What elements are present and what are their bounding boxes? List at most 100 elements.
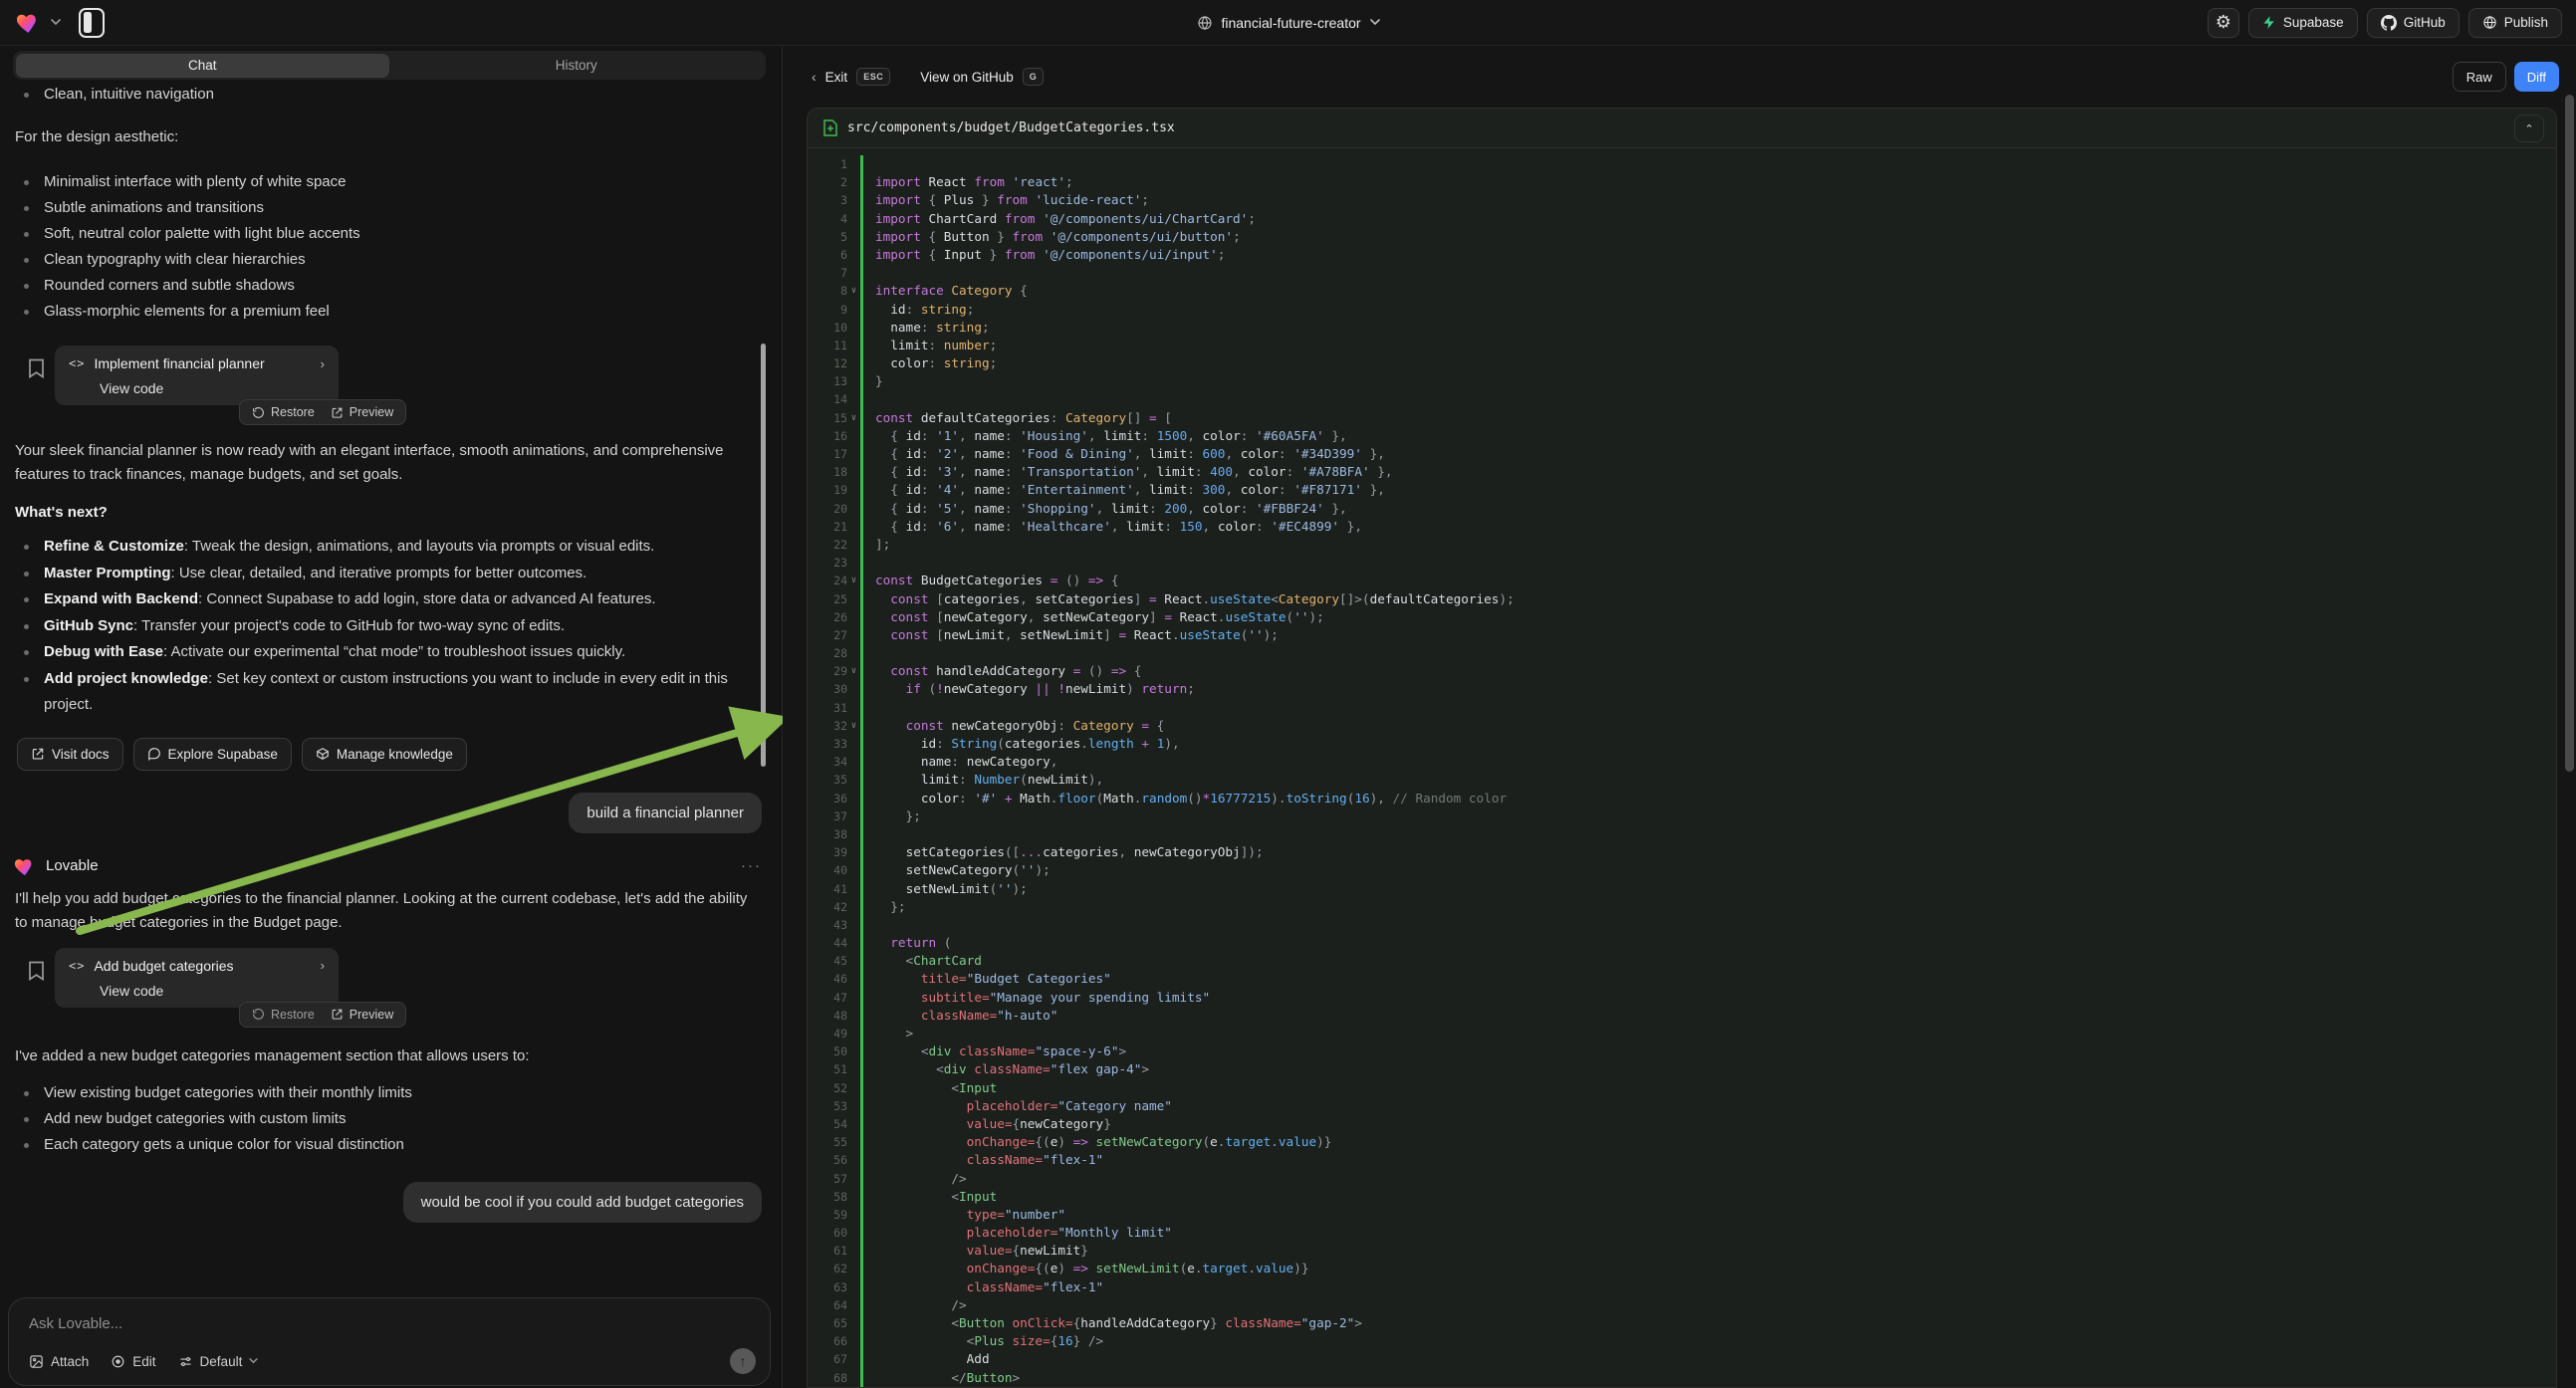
explore-supabase-button[interactable]: Explore Supabase — [133, 738, 292, 771]
code-line: 65 <Button onClick={handleAddCategory} c… — [808, 1314, 2556, 1332]
code-line: 45 <ChartCard — [808, 952, 2556, 970]
manage-knowledge-button[interactable]: Manage knowledge — [302, 738, 467, 771]
bullet-item: Subtle animations and transitions — [15, 195, 762, 221]
view-code-link[interactable]: View code — [100, 983, 325, 999]
project-switcher[interactable]: financial-future-creator — [1196, 15, 1379, 31]
code-line: 61 value={newLimit} — [808, 1242, 2556, 1260]
code-line: 8∨interface Category { — [808, 282, 2556, 300]
supabase-button[interactable]: Supabase — [2248, 8, 2358, 38]
workspace-chevron-down-icon[interactable] — [51, 19, 61, 26]
github-icon — [2381, 15, 2397, 31]
code-line: 66 <Plus size={16} /> — [808, 1332, 2556, 1350]
publish-button[interactable]: Publish — [2468, 8, 2562, 38]
code-line: 17 { id: '2', name: 'Food & Dining', lim… — [808, 445, 2556, 463]
send-button[interactable]: ↑ — [730, 1348, 756, 1374]
package-icon — [316, 747, 330, 761]
restore-preview-toolbar: Restore Preview — [239, 399, 406, 425]
code-view-panel: ‹ Exit ESC View on GitHub G Raw Diff src… — [784, 46, 2576, 1388]
tab-chat[interactable]: Chat — [16, 54, 390, 78]
image-icon — [29, 1354, 44, 1369]
fold-chevron-icon[interactable]: ∨ — [847, 717, 860, 735]
code-line: 39 setCategories([...categories, newCate… — [808, 843, 2556, 861]
code-line: 58 <Input — [808, 1188, 2556, 1206]
version-card-wrapper: <> Implement financial planner › View co… — [55, 346, 782, 425]
restore-button[interactable]: Restore — [252, 405, 315, 419]
edit-button[interactable]: Edit — [111, 1354, 155, 1369]
chat-input[interactable]: Ask Lovable... — [29, 1315, 752, 1332]
preview-button[interactable]: Preview — [331, 405, 393, 419]
quick-action-row: Visit docs Explore Supabase Manage knowl… — [17, 738, 782, 771]
code-line: 68 </Button> — [808, 1369, 2556, 1387]
collapse-button[interactable]: ⌃ — [2514, 115, 2544, 142]
code-line: 9 id: string; — [808, 301, 2556, 319]
top-bar: financial-future-creator ⚙ Supabase GitH… — [0, 0, 2576, 46]
restore-preview-toolbar: Restore Preview — [239, 1002, 406, 1028]
exit-button[interactable]: ‹ Exit ESC — [812, 68, 890, 86]
code-editor[interactable]: 1 2import React from 'react';3import { P… — [808, 148, 2556, 1387]
bullet-item: Debug with Ease: Activate our experiment… — [15, 639, 762, 666]
code-line: 59 type="number" — [808, 1206, 2556, 1224]
visit-docs-button[interactable]: Visit docs — [17, 738, 123, 771]
raw-toggle-button[interactable]: Raw — [2453, 62, 2506, 92]
bullet-item: Each category gets a unique color for vi… — [15, 1132, 762, 1158]
code-line: 46 title="Budget Categories" — [808, 970, 2556, 988]
file-path: src/components/budget/BudgetCategories.t… — [847, 120, 1175, 135]
attach-button[interactable]: Attach — [29, 1354, 89, 1369]
bookmark-icon[interactable] — [28, 961, 45, 981]
view-code-link[interactable]: View code — [100, 380, 325, 396]
code-line: 19 { id: '4', name: 'Entertainment', lim… — [808, 481, 2556, 499]
bullet-item: Clean, intuitive navigation — [15, 82, 762, 108]
lovable-logo-icon[interactable] — [16, 11, 41, 34]
arrow-up-icon: ↑ — [740, 1353, 747, 1369]
message-menu-icon[interactable]: ··· — [741, 857, 762, 874]
bullet-item: Expand with Backend: Connect Supabase to… — [15, 586, 762, 613]
g-shortcut-badge: G — [1023, 68, 1045, 86]
code-line: 40 setNewCategory(''); — [808, 861, 2556, 879]
project-chevron-down-icon — [1370, 19, 1380, 26]
diff-toggle-button[interactable]: Diff — [2514, 62, 2559, 92]
code-line: 42 }; — [808, 898, 2556, 916]
version-card-wrapper: <> Add budget categories › View code Res… — [55, 948, 782, 1028]
tab-history[interactable]: History — [389, 54, 764, 78]
github-button[interactable]: GitHub — [2367, 8, 2459, 38]
settings-button[interactable]: ⚙ — [2208, 8, 2239, 38]
code-line: 36 color: '#' + Math.floor(Math.random()… — [808, 790, 2556, 808]
view-on-github-button[interactable]: View on GitHub G — [920, 68, 1044, 86]
fold-chevron-icon[interactable]: ∨ — [847, 282, 860, 300]
code-line: 55 onChange={(e) => setNewCategory(e.tar… — [808, 1133, 2556, 1151]
sliders-icon — [178, 1354, 193, 1369]
fold-chevron-icon[interactable]: ∨ — [847, 572, 860, 589]
fold-chevron-icon[interactable]: ∨ — [847, 662, 860, 680]
mode-select[interactable]: Default — [178, 1354, 259, 1369]
preview-button[interactable]: Preview — [331, 1008, 393, 1022]
chat-composer[interactable]: Ask Lovable... Attach Edit Default ↑ — [8, 1297, 771, 1386]
file-header[interactable]: src/components/budget/BudgetCategories.t… — [808, 109, 2556, 148]
code-card: src/components/budget/BudgetCategories.t… — [807, 108, 2557, 1388]
supabase-bolt-icon — [2262, 15, 2276, 30]
code-line: 47 subtitle="Manage your spending limits… — [808, 989, 2556, 1007]
assistant-name: Lovable — [46, 857, 99, 874]
chevron-left-icon: ‹ — [812, 69, 817, 85]
version-card-add-budget-categories[interactable]: <> Add budget categories › View code — [55, 948, 339, 1008]
version-card-implement-financial-planner[interactable]: <> Implement financial planner › View co… — [55, 346, 339, 405]
bullet-item: GitHub Sync: Transfer your project's cod… — [15, 613, 762, 640]
chat-scrollbar-thumb[interactable] — [761, 344, 766, 767]
bullet-item: Clean typography with clear hierarchies — [15, 247, 762, 273]
code-line: 28 — [808, 644, 2556, 662]
code-line: 48 className="h-auto" — [808, 1007, 2556, 1025]
restore-icon — [252, 406, 265, 419]
code-line: 43 — [808, 916, 2556, 934]
chat-panel: Chat History Clean, intuitive navigation… — [0, 46, 783, 1388]
bookmark-icon[interactable] — [28, 358, 45, 378]
code-icon: <> — [69, 356, 85, 370]
restore-button[interactable]: Restore — [252, 1008, 315, 1022]
reply-paragraph: I'll help you add budget categories to t… — [15, 887, 762, 935]
sidebar-toggle-icon[interactable] — [79, 8, 105, 38]
window-scrollbar-thumb[interactable] — [2565, 95, 2574, 772]
bullet-item: Soft, neutral color palette with light b… — [15, 221, 762, 247]
chat-scroll-area[interactable]: Clean, intuitive navigation For the desi… — [0, 81, 782, 1292]
code-line: 30 if (!newCategory || !newLimit) return… — [808, 680, 2556, 698]
code-line: 34 name: newCategory, — [808, 753, 2556, 771]
code-line: 11 limit: number; — [808, 337, 2556, 354]
fold-chevron-icon[interactable]: ∨ — [847, 409, 860, 427]
